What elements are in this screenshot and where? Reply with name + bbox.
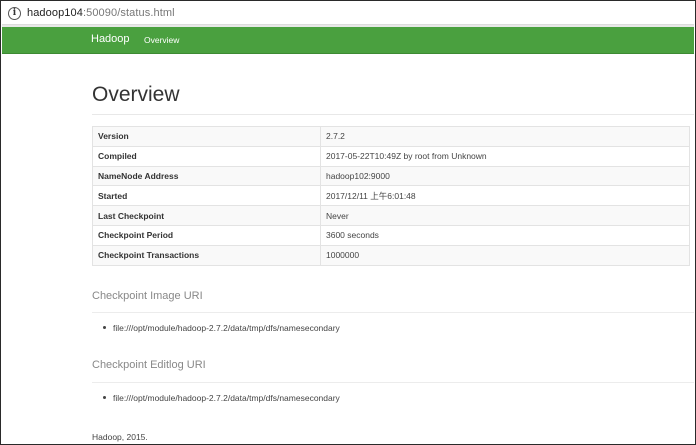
- page-footer: Hadoop, 2015.: [92, 432, 148, 442]
- row-key: Checkpoint Period: [92, 224, 321, 246]
- row-key: Checkpoint Transactions: [92, 244, 321, 266]
- row-key: NameNode Address: [92, 165, 321, 187]
- checkpoint-editlog-uri: file:///opt/module/hadoop-2.7.2/data/tmp…: [113, 393, 340, 403]
- list-item: file:///opt/module/hadoop-2.7.2/data/tmp…: [103, 393, 340, 403]
- row-value: 3600 seconds: [320, 224, 690, 246]
- row-value: 2.7.2: [320, 126, 690, 147]
- table-row: Checkpoint Period 3600 seconds: [92, 224, 690, 246]
- info-icon[interactable]: i: [8, 6, 21, 20]
- url-path: :50090/status.html: [82, 7, 175, 19]
- row-key: Started: [92, 185, 321, 207]
- table-row: Last Checkpoint Never: [92, 205, 690, 226]
- row-value: Never: [320, 205, 690, 226]
- section-divider: [92, 382, 694, 383]
- navbar-brand[interactable]: Hadoop: [91, 33, 130, 45]
- checkpoint-image-uri: file:///opt/module/hadoop-2.7.2/data/tmp…: [113, 323, 340, 333]
- checkpoint-image-heading: Checkpoint Image URI: [92, 290, 203, 302]
- row-key: Version: [92, 126, 321, 147]
- row-value: 2017-05-22T10:49Z by root from Unknown: [320, 145, 690, 167]
- row-key: Compiled: [92, 145, 321, 167]
- title-divider: [92, 114, 694, 115]
- list-item: file:///opt/module/hadoop-2.7.2/data/tmp…: [103, 323, 340, 333]
- url-text[interactable]: hadoop104:50090/status.html: [27, 7, 175, 19]
- table-row: NameNode Address hadoop102:9000: [92, 165, 690, 187]
- section-divider: [92, 312, 694, 313]
- bullet-icon: [103, 326, 106, 330]
- table-row: Version 2.7.2: [92, 126, 690, 147]
- browser-window: i hadoop104:50090/status.html Hadoop Ove…: [0, 0, 696, 445]
- bullet-icon: [103, 396, 106, 400]
- tab-overview[interactable]: Overview: [144, 35, 179, 45]
- address-bar[interactable]: i hadoop104:50090/status.html: [2, 2, 694, 25]
- table-row: Started 2017/12/11 上午6:01:48: [92, 185, 690, 207]
- row-value: 1000000: [320, 244, 690, 266]
- row-value: 2017/12/11 上午6:01:48: [320, 185, 690, 207]
- row-value: hadoop102:9000: [320, 165, 690, 187]
- overview-table: Version 2.7.2 Compiled 2017-05-22T10:49Z…: [92, 126, 690, 266]
- row-key: Last Checkpoint: [92, 205, 321, 226]
- page-title: Overview: [92, 83, 180, 106]
- url-host: hadoop104: [27, 7, 83, 19]
- table-row: Checkpoint Transactions 1000000: [92, 244, 690, 266]
- navbar: Hadoop Overview: [2, 27, 694, 54]
- checkpoint-editlog-heading: Checkpoint Editlog URI: [92, 359, 206, 371]
- table-row: Compiled 2017-05-22T10:49Z by root from …: [92, 145, 690, 167]
